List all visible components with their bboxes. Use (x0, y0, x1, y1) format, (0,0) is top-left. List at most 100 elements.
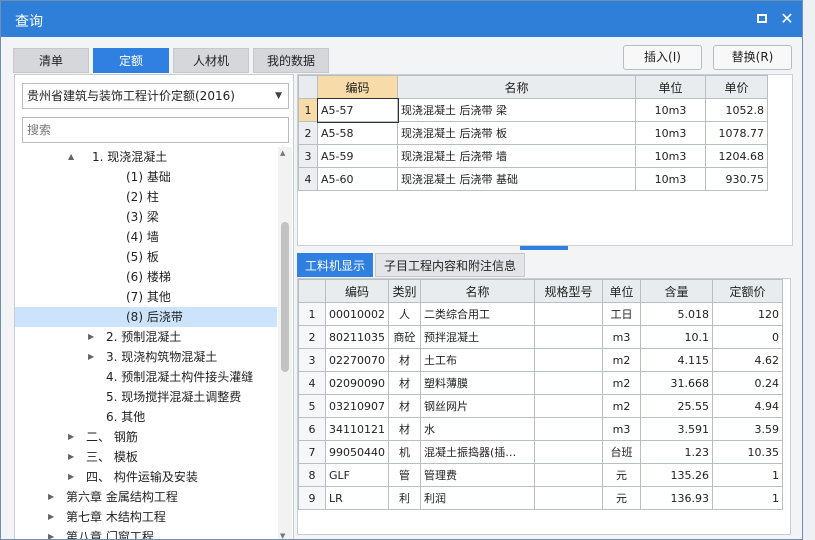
name-cell: 现浇混凝土 后浇带 基础 (397, 167, 636, 191)
tree-node[interactable]: ▲ 1. 现浇混凝土 (15, 147, 277, 167)
table-row[interactable]: 5 03210907 材钢丝网片 m2 25.55 4.94 (298, 394, 783, 418)
tree-node[interactable]: (7) 其他 (15, 287, 277, 307)
tree-node[interactable]: (1) 基础 (15, 167, 277, 187)
tab-labor-material-machine[interactable]: 人材机 (173, 48, 249, 73)
tree-node[interactable]: (5) 板 (15, 247, 277, 267)
table-row[interactable]: 8 GLF 管管理费 元 135.26 1 (298, 463, 783, 487)
category-cell: 材 (388, 394, 421, 418)
row-number: 1 (298, 302, 326, 326)
col-header-spec[interactable]: 规格型号 (534, 279, 603, 303)
col-header-unit[interactable]: 单位 (635, 75, 706, 99)
unit-cell: 10m3 (635, 98, 706, 122)
replace-button[interactable]: 替换(R) (713, 45, 792, 70)
quota-library-value: 贵州省建筑与装饰工程计价定额(2016) (27, 89, 235, 103)
tree-node[interactable]: ▶ 第八章 门窗工程 (15, 527, 277, 540)
tab-resources[interactable]: 工料机显示 (297, 253, 373, 277)
category-cell: 材 (388, 348, 421, 372)
col-header-quantity[interactable]: 含量 (640, 279, 713, 303)
scroll-down-icon[interactable]: ▼ (280, 532, 285, 539)
tree-node[interactable]: (4) 墙 (15, 227, 277, 247)
spec-cell (534, 440, 603, 464)
spec-cell (534, 486, 603, 510)
row-number: 4 (298, 371, 326, 395)
splitter-handle[interactable] (520, 246, 568, 250)
table-row[interactable]: 2 A5-58 现浇混凝土 后浇带 板 10m3 1078.77 (298, 121, 768, 145)
tree-node-label: (3) 梁 (126, 210, 159, 224)
tree-node[interactable]: ▶ 四、 构件运输及安装 (15, 467, 277, 487)
table-row[interactable]: 4 02090090 材塑料薄膜 m2 31.668 0.24 (298, 371, 783, 395)
table-row[interactable]: 4 A5-60 现浇混凝土 后浇带 基础 10m3 930.75 (298, 167, 768, 191)
expand-icon[interactable]: ▶ (88, 347, 94, 367)
tab-quota[interactable]: 定额 (93, 48, 169, 73)
table-row[interactable]: 3 A5-59 现浇混凝土 后浇带 墙 10m3 1204.68 (298, 144, 768, 168)
unit-cell: 10m3 (635, 144, 706, 168)
col-header-code[interactable]: 编码 (317, 75, 398, 99)
tree-node[interactable]: (2) 柱 (15, 187, 277, 207)
insert-button[interactable]: 插入(I) (623, 45, 702, 70)
tree-node[interactable]: ▶ 3. 现浇构筑物混凝土 (15, 347, 277, 367)
tree-node[interactable]: (3) 梁 (15, 207, 277, 227)
expand-icon[interactable]: ▶ (88, 327, 94, 347)
col-header-price[interactable]: 单价 (705, 75, 768, 99)
expand-icon[interactable]: ▶ (68, 427, 74, 447)
scroll-thumb[interactable] (281, 222, 289, 372)
table-row[interactable]: 7 99050440 机混凝土振捣器(插… 台班 1.23 10.35 (298, 440, 783, 464)
col-header-name[interactable]: 名称 (397, 75, 636, 99)
resource-table: 编码 类别 名称 规格型号 单位 含量 定额价 1 00010002 人二类综合用工… (298, 279, 783, 510)
expand-icon[interactable]: ▶ (48, 487, 54, 507)
name-cell: 预拌混凝土 (420, 325, 535, 349)
category-cell: 机 (388, 440, 421, 464)
tree-node-label: 第八章 门窗工程 (66, 530, 154, 540)
name-cell: 现浇混凝土 后浇带 梁 (397, 98, 636, 122)
table-row[interactable]: 1 00010002 人二类综合用工 工日 5.018 120 (298, 302, 783, 326)
quota-library-select[interactable]: 贵州省建筑与装饰工程计价定额(2016) ▼ (22, 83, 289, 109)
col-header-res-unit[interactable]: 单位 (602, 279, 641, 303)
window-title: 查询 (15, 14, 43, 30)
table-row[interactable]: 6 34110121 材水 m3 3.591 3.59 (298, 417, 783, 441)
table-row[interactable]: 1 A5-57 现浇混凝土 后浇带 梁 10m3 1052.8 (298, 97, 768, 123)
expand-icon[interactable]: ▶ (48, 507, 54, 527)
table-row[interactable]: 9 LR 利利润 元 136.93 1 (298, 486, 783, 510)
tab-bill[interactable]: 清单 (13, 48, 89, 73)
tree-node[interactable]: 5. 现场搅拌混凝土调整费 (15, 387, 277, 407)
code-cell: 03210907 (325, 394, 389, 418)
search-input[interactable]: 搜索 (22, 117, 289, 143)
tree-node[interactable]: ▶ 第七章 木结构工程 (15, 507, 277, 527)
tree-node[interactable]: ▶ 第六章 金属结构工程 (15, 487, 277, 507)
tree-node-label: (7) 其他 (126, 290, 171, 304)
scroll-up-icon[interactable]: ▲ (280, 149, 285, 157)
col-header-quota-price[interactable]: 定额价 (712, 279, 783, 303)
expand-icon[interactable]: ▶ (48, 527, 54, 539)
maximize-icon[interactable] (753, 10, 771, 28)
tree-scrollbar[interactable]: ▲ ▼ (278, 147, 292, 539)
spec-cell (534, 371, 603, 395)
panel-splitter[interactable] (297, 246, 793, 252)
tree-node[interactable]: 6. 其他 (15, 407, 277, 427)
tab-my-data[interactable]: 我的数据 (253, 48, 329, 73)
col-header-res-code[interactable]: 编码 (325, 279, 389, 303)
tree-node-label: (5) 板 (126, 250, 159, 264)
tree-node[interactable]: ▶ 三、 模板 (15, 447, 277, 467)
col-header-category[interactable]: 类别 (388, 279, 421, 303)
quantity-cell: 3.591 (640, 417, 713, 441)
code-cell: 99050440 (325, 440, 389, 464)
close-icon[interactable]: ✕ (778, 10, 796, 28)
tree-node[interactable]: 4. 预制混凝土构件接头灌缝 (15, 367, 277, 387)
price-cell: 4.62 (712, 348, 783, 372)
tree-node[interactable]: (8) 后浇带 (15, 307, 277, 327)
price-cell: 0.24 (712, 371, 783, 395)
tree-node[interactable]: ▶ 二、 钢筋 (15, 427, 277, 447)
tab-work-content[interactable]: 子目工程内容和附注信息 (375, 253, 525, 277)
tree-node[interactable]: ▶ 2. 预制混凝土 (15, 327, 277, 347)
table-row[interactable]: 2 80211035 商砼 预拌混凝土 m3 10.1 0 (298, 325, 783, 349)
col-header-res-name[interactable]: 名称 (420, 279, 535, 303)
quantity-cell: 31.668 (640, 371, 713, 395)
unit-cell: 10m3 (635, 121, 706, 145)
table-row[interactable]: 3 02270070 材土工布 m2 4.115 4.62 (298, 348, 783, 372)
price-cell: 1078.77 (705, 121, 768, 145)
category-cell: 人 (388, 302, 421, 326)
tree-node[interactable]: (6) 楼梯 (15, 267, 277, 287)
collapse-icon[interactable]: ▲ (68, 147, 74, 167)
expand-icon[interactable]: ▶ (68, 467, 74, 487)
expand-icon[interactable]: ▶ (68, 447, 74, 467)
